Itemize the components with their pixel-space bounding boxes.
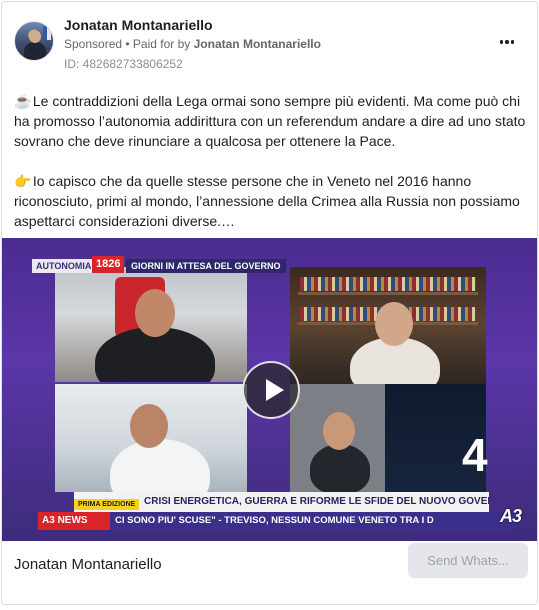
- more-dot: [505, 40, 509, 44]
- post-body: ☕ Le contraddizioni della Lega ormai son…: [14, 91, 528, 231]
- paid-for-prefix: • Paid for by: [122, 37, 194, 51]
- guest-3-body: [310, 444, 370, 492]
- footer-page-name[interactable]: Jonatan Montanariello: [14, 556, 162, 573]
- news-logo: A3 NEWS: [38, 512, 110, 530]
- news-logo-prefix: A3: [42, 515, 55, 526]
- paragraph-1-text: Le contraddizioni della Lega ormai sono …: [14, 93, 526, 149]
- guest-3-head: [323, 412, 355, 450]
- days-waiting-badge: GIORNI IN ATTESA DEL GOVERNO: [126, 259, 286, 273]
- channel-logo: A3: [499, 506, 522, 526]
- video-tile-guest-2: [55, 384, 247, 492]
- avatar-suit: [24, 42, 46, 60]
- shelf: [298, 292, 478, 295]
- ad-card: Jonatan Montanariello Sponsored • Paid f…: [1, 1, 538, 605]
- ad-id: ID: 482682733806252: [64, 57, 183, 71]
- paragraph-2-text: Io capisco che da quelle stesse persone …: [14, 173, 520, 229]
- video-tile-host: [55, 267, 247, 382]
- more-options-button[interactable]: [495, 32, 519, 52]
- post-header: Jonatan Montanariello Sponsored • Paid f…: [2, 2, 537, 82]
- video-tile-guest-1: [290, 267, 486, 384]
- sponsored-line: Sponsored • Paid for by Jonatan Montanar…: [64, 37, 321, 51]
- channel-number: 4: [462, 429, 488, 481]
- guest-1-head: [375, 302, 413, 346]
- days-count-badge: 1826: [92, 256, 125, 273]
- avatar-flag: [43, 26, 51, 40]
- send-whatsapp-button[interactable]: Send Whats...: [408, 543, 528, 578]
- video-tile-guest-3: [290, 384, 486, 492]
- coffee-emoji-icon: ☕: [14, 93, 32, 109]
- video-player[interactable]: 4 AUTONOMIA: 1826 GIORNI IN ATTESA DEL G…: [2, 238, 537, 541]
- more-horizontal-icon: [499, 40, 504, 44]
- page-name[interactable]: Jonatan Montanariello: [64, 17, 213, 33]
- post-paragraph-2: 👉 Io capisco che da quelle stesse person…: [14, 171, 528, 231]
- more-dot: [510, 40, 515, 44]
- play-icon[interactable]: [242, 361, 300, 419]
- host-head: [135, 289, 175, 337]
- post-paragraph-1: ☕ Le contraddizioni della Lega ormai son…: [14, 91, 528, 151]
- guest-2-body: [110, 439, 210, 492]
- pointing-hand-emoji-icon: 👉: [14, 173, 32, 189]
- news-label: NEWS: [57, 515, 88, 526]
- guest-2-head: [130, 404, 168, 448]
- sponsored-label: Sponsored: [64, 37, 123, 51]
- bookshelf-row: [300, 277, 476, 291]
- avatar-face: [29, 30, 41, 43]
- page-avatar[interactable]: [14, 21, 54, 61]
- edition-badge: PRIMA EDIZIONE: [74, 499, 140, 510]
- autonomia-badge: AUTONOMIA:: [32, 259, 99, 273]
- paid-for-name: Jonatan Montanariello: [193, 37, 321, 51]
